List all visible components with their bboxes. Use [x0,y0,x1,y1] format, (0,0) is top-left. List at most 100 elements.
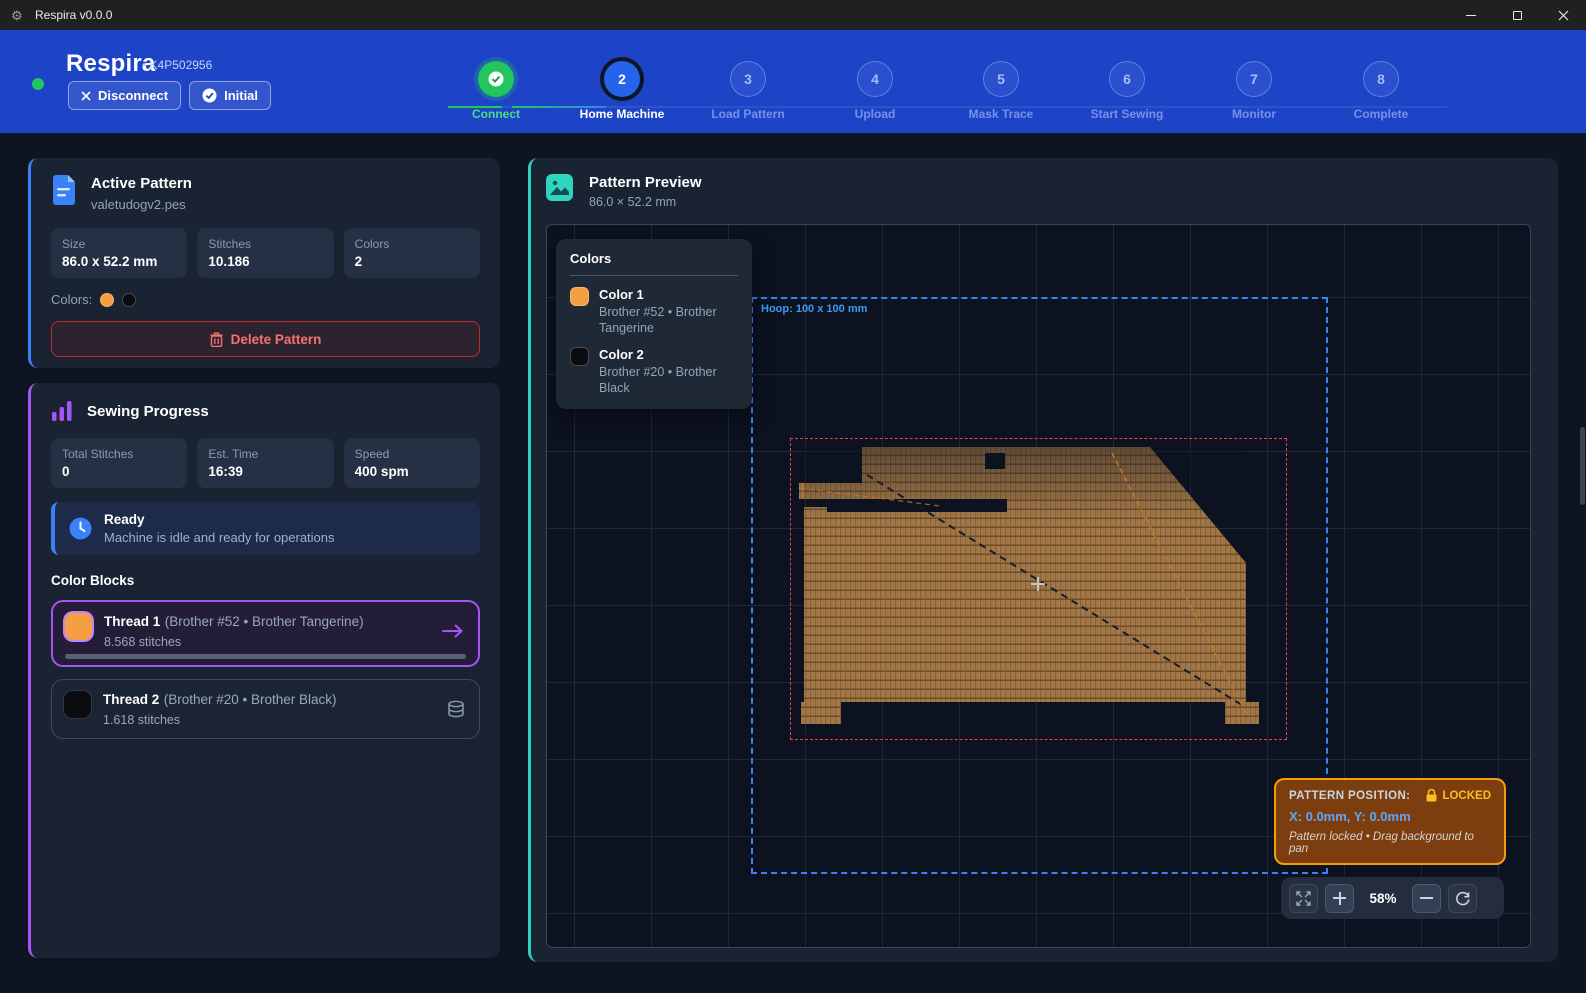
initial-button[interactable]: Initial [189,81,271,110]
preview-canvas[interactable]: Hoop: 100 x 100 mm [546,224,1531,948]
step-home-machine-circle: 2 [604,61,640,97]
color-blocks-title: Color Blocks [51,573,480,588]
stat-stitches: Stitches 10.186 [197,228,333,278]
status-title: Ready [104,512,335,527]
step-mask-trace[interactable]: 5 Mask Trace [941,61,1061,121]
maximize-button[interactable] [1494,0,1540,30]
pattern-preview-card: Pattern Preview 86.0 × 52.2 mm Hoop: 100… [528,158,1558,962]
stat-value: 0 [62,464,176,479]
stat-label: Speed [355,447,469,461]
stat-size: Size 86.0 x 52.2 mm [51,228,187,278]
close-icon [1558,10,1569,21]
file-icon [51,175,77,205]
locked-badge: LOCKED [1442,790,1491,802]
step-number: 2 [618,71,626,87]
step-load-pattern-circle: 3 [730,61,766,97]
stat-label: Est. Time [208,447,322,461]
step-load-pattern[interactable]: 3 Load Pattern [688,61,808,121]
minimize-button[interactable] [1448,0,1494,30]
step-upload[interactable]: 4 Upload [815,61,935,121]
legend-title: Colors [570,251,738,276]
disconnect-label: Disconnect [98,88,168,103]
active-pattern-title: Active Pattern [91,175,192,192]
connection-status-dot [32,78,44,90]
thread-2-name: Thread 2 [103,692,159,707]
legend-item-color-1: Color 1 Brother #52 • Brother Tangerine [570,287,738,336]
reset-view-button[interactable] [1448,884,1477,913]
active-pattern-card: Active Pattern valetudogv2.pes Size 86.0… [28,158,500,368]
step-start-sewing-label: Start Sewing [1067,107,1187,121]
pattern-filename: valetudogv2.pes [91,197,192,212]
minus-icon [1420,897,1433,899]
pattern-position-hint: Pattern locked • Drag background to pan [1289,831,1491,855]
delete-pattern-label: Delete Pattern [231,332,322,347]
stat-value: 86.0 x 52.2 mm [62,254,176,269]
colors-label: Colors: [51,292,92,307]
pattern-position-overlay: PATTERN POSITION: LOCKED X: 0.0mm, Y: 0.… [1274,778,1506,865]
check-icon [488,71,504,87]
step-upload-circle: 4 [857,61,893,97]
legend-color-name: Color 2 [599,347,738,362]
legend-swatch-orange [570,287,589,306]
step-start-sewing-circle: 6 [1109,61,1145,97]
layers-icon [447,700,465,718]
x-icon [81,91,91,101]
stat-label: Total Stitches [62,447,176,461]
zoom-in-button[interactable] [1325,884,1354,913]
color-dot-orange [100,293,114,307]
sewing-progress-card: Sewing Progress Total Stitches 0 Est. Ti… [28,383,500,958]
step-connect-circle [478,61,514,97]
app-window: ⚙ Respira v0.0.0 Respira • K4P502956 Dis… [0,0,1586,993]
step-connect[interactable]: Connect [436,61,556,121]
legend-color-name: Color 1 [599,287,738,302]
vertical-scrollbar[interactable] [1580,427,1585,505]
thread-1-name: Thread 1 [104,614,160,629]
step-monitor[interactable]: 7 Monitor [1194,61,1314,121]
arrow-right-icon [442,624,464,638]
thread-row-1[interactable]: Thread 1 (Brother #52 • Brother Tangerin… [51,600,480,667]
app-header: Respira • K4P502956 Disconnect Initial C… [0,30,1586,133]
pattern-preview-title: Pattern Preview [589,174,702,191]
close-button[interactable] [1540,0,1586,30]
stat-value: 400 spm [355,464,469,479]
thread-1-progress-bar [65,654,466,659]
clock-icon [69,517,92,540]
step-load-pattern-label: Load Pattern [688,107,808,121]
step-number: 4 [871,71,879,87]
stat-label: Colors [355,237,469,251]
thread-1-stitch-count: 8.568 stitches [104,635,364,649]
zoom-out-button[interactable] [1412,884,1441,913]
stat-value: 10.186 [208,254,322,269]
legend-swatch-black [570,347,589,366]
stat-value: 16:39 [208,464,322,479]
plus-icon [1333,892,1346,905]
refresh-icon [1455,890,1471,906]
step-start-sewing[interactable]: 6 Start Sewing [1067,61,1187,121]
initial-label: Initial [224,88,258,103]
check-circle-icon [202,88,217,103]
step-home-machine[interactable]: 2 Home Machine [562,61,682,121]
stat-total-stitches: Total Stitches 0 [51,438,187,488]
step-number: 6 [1123,71,1131,87]
step-mask-trace-label: Mask Trace [941,107,1061,121]
disconnect-button[interactable]: Disconnect [68,81,181,110]
lock-icon [1426,789,1437,802]
step-connect-label: Connect [436,107,556,121]
color-dot-black [122,293,136,307]
step-number: 8 [1377,71,1385,87]
bar-chart-icon [51,400,73,422]
compress-icon [1296,891,1311,906]
pattern-coordinates: X: 0.0mm, Y: 0.0mm [1289,809,1491,824]
thread-row-2[interactable]: Thread 2 (Brother #20 • Brother Black) 1… [51,679,480,739]
step-number: 3 [744,71,752,87]
thread-2-stitch-count: 1.618 stitches [103,713,337,727]
delete-pattern-button[interactable]: Delete Pattern [51,321,480,357]
fit-to-view-button[interactable] [1289,884,1318,913]
legend-color-detail: Brother #52 • Brother Tangerine [599,305,738,336]
thread-2-swatch [64,691,91,718]
stat-label: Size [62,237,176,251]
step-complete[interactable]: 8 Complete [1321,61,1441,121]
machine-serial: • K4P502956 [142,58,212,72]
thread-1-swatch [65,613,92,640]
legend-item-color-2: Color 2 Brother #20 • Brother Black [570,347,738,396]
